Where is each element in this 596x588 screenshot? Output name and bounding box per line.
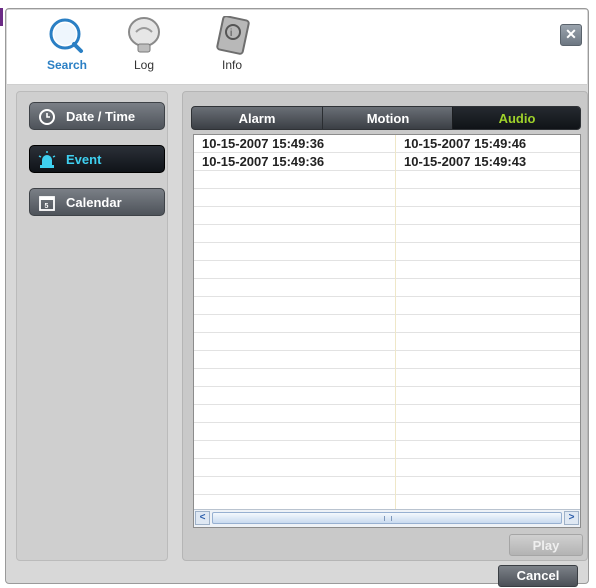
info-tool-button[interactable]: i Info bbox=[202, 16, 262, 84]
tab-alarm[interactable]: Alarm bbox=[192, 107, 322, 129]
event-start-time: 10-15-2007 15:49:36 bbox=[202, 136, 325, 151]
chevron-right-icon: > bbox=[568, 512, 575, 523]
log-tool-button[interactable]: Log bbox=[114, 16, 174, 84]
play-button[interactable]: Play bbox=[509, 534, 583, 556]
chevron-left-icon: < bbox=[199, 512, 206, 523]
clock-icon bbox=[39, 109, 55, 125]
event-start-time: 10-15-2007 15:49:36 bbox=[202, 154, 325, 169]
top-toolbar: Search Log i Info ✕ bbox=[7, 10, 587, 85]
info-device-icon: i bbox=[216, 16, 250, 55]
close-button[interactable]: ✕ bbox=[560, 24, 582, 46]
sidebar-item-event[interactable]: Event bbox=[29, 145, 165, 173]
list-item[interactable]: 10-15-2007 15:49:36 10-15-2007 15:49:43 bbox=[194, 153, 580, 171]
search-mode-nav: Date / Time Event 5 Calendar bbox=[16, 91, 168, 561]
tab-audio[interactable]: Audio bbox=[452, 107, 580, 129]
event-content-panel: Alarm Motion Audio 10-15-2007 15:49:36 1… bbox=[182, 91, 588, 561]
sidebar-item-label: Date / Time bbox=[66, 109, 136, 124]
event-list[interactable]: 10-15-2007 15:49:36 10-15-2007 15:49:46 … bbox=[193, 134, 581, 528]
scroll-right-button[interactable]: > bbox=[564, 511, 579, 525]
lightbulb-icon bbox=[128, 17, 160, 53]
scrollbar-thumb[interactable] bbox=[212, 512, 562, 524]
sidebar-item-calendar[interactable]: 5 Calendar bbox=[29, 188, 165, 216]
svg-text:5: 5 bbox=[45, 203, 49, 210]
sidebar-item-label: Calendar bbox=[66, 195, 122, 210]
grip-icon bbox=[384, 516, 392, 521]
event-type-tabs: Alarm Motion Audio bbox=[191, 106, 581, 130]
column-divider bbox=[395, 135, 396, 510]
window-accent bbox=[0, 8, 3, 26]
sidebar-item-label: Event bbox=[66, 152, 102, 167]
cancel-button[interactable]: Cancel bbox=[498, 565, 578, 587]
search-dialog: Search Log i Info ✕ Date / Time Event 5 … bbox=[5, 8, 589, 587]
alarm-light-icon bbox=[38, 151, 56, 168]
sidebar-item-date-time[interactable]: Date / Time bbox=[29, 102, 165, 130]
list-item[interactable]: 10-15-2007 15:49:36 10-15-2007 15:49:46 bbox=[194, 135, 580, 153]
log-tool-label: Log bbox=[133, 58, 155, 72]
svg-text:i: i bbox=[230, 28, 232, 39]
tab-motion[interactable]: Motion bbox=[322, 107, 453, 129]
event-end-time: 10-15-2007 15:49:46 bbox=[404, 136, 527, 151]
event-list-rows bbox=[194, 135, 580, 510]
horizontal-scrollbar[interactable]: < > bbox=[194, 509, 580, 527]
scroll-left-button[interactable]: < bbox=[195, 511, 210, 525]
search-tool-label: Search bbox=[46, 58, 88, 72]
search-tool-button[interactable]: Search bbox=[37, 16, 97, 84]
close-icon: ✕ bbox=[565, 26, 577, 42]
calendar-icon: 5 bbox=[39, 196, 55, 211]
info-tool-label: Info bbox=[221, 58, 242, 72]
event-end-time: 10-15-2007 15:49:43 bbox=[404, 154, 527, 169]
search-icon bbox=[49, 18, 83, 53]
